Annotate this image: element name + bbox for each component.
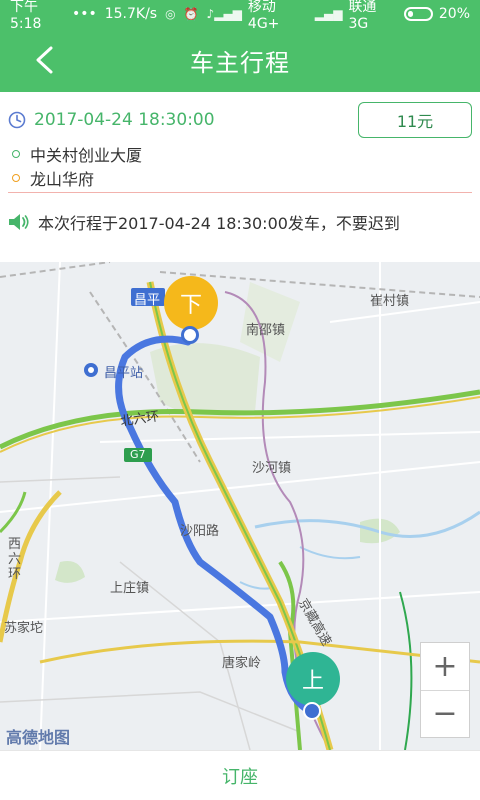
status-bar: 下午5:18 ••• 15.7K/s ◎ ⏰ ♪ ▂▄▆ 移动 4G+ ▂▄▆ … bbox=[0, 0, 480, 32]
map-label-cuicunzhen: 崔村镇 bbox=[370, 294, 410, 309]
start-point-icon bbox=[303, 702, 321, 720]
map-label-shangzhuangzhen: 上庄镇 bbox=[110, 581, 150, 596]
battery-icon bbox=[404, 7, 433, 21]
end-dot-icon bbox=[12, 174, 20, 182]
end-place: 龙山华府 bbox=[30, 170, 95, 189]
map-label-g7: G7 bbox=[130, 448, 146, 461]
map-label-sujiatuo: 苏家坨 bbox=[4, 621, 44, 636]
start-place: 中关村创业大厦 bbox=[30, 146, 143, 165]
map-label-changpingzhan: 昌平站 bbox=[104, 366, 144, 381]
trip-card: 2017-04-24 18:30:00 11元 中关村创业大厦 龙山华府 本次行… bbox=[0, 96, 480, 260]
page-title: 车主行程 bbox=[190, 48, 290, 77]
price-button[interactable]: 11元 bbox=[358, 102, 472, 138]
start-marker[interactable]: 上 bbox=[286, 652, 340, 706]
departure-time: 2017-04-24 18:30:00 bbox=[34, 110, 215, 130]
map-label-shahezhen: 沙河镇 bbox=[252, 461, 292, 476]
back-button[interactable] bbox=[24, 40, 64, 80]
start-place-row: 中关村创业大厦 bbox=[12, 142, 142, 166]
end-marker[interactable]: 下 bbox=[164, 276, 218, 330]
speaker-icon bbox=[9, 214, 29, 230]
end-place-row: 龙山华府 bbox=[12, 166, 94, 190]
title-bar: 车主行程 bbox=[0, 28, 480, 92]
signal-icon-2: ▂▄▆ bbox=[314, 7, 343, 21]
map-provider-logo: 高德地图 bbox=[6, 728, 71, 747]
map-label-xiliuhuan: 西六环 bbox=[8, 537, 22, 582]
zoom-control: + − bbox=[420, 642, 470, 738]
zoom-in-button[interactable]: + bbox=[421, 643, 469, 691]
nfc-icon: ◎ bbox=[165, 7, 176, 21]
map-label-shayanglu: 沙阳路 bbox=[180, 524, 220, 539]
map-label-changping-tag: 昌平 bbox=[134, 293, 161, 308]
status-battery: 20% bbox=[438, 6, 470, 22]
map-canvas bbox=[0, 262, 480, 750]
alarm-icon: ⏰ bbox=[183, 7, 199, 21]
book-seat-button[interactable]: 订座 bbox=[0, 750, 480, 800]
notice-row: 本次行程于2017-04-24 18:30:00发车，不要迟到 bbox=[8, 210, 400, 234]
divider bbox=[8, 192, 472, 193]
status-net-speed: 15.7K/s bbox=[104, 6, 158, 22]
signal-icon: ▂▄▆ bbox=[214, 7, 242, 21]
map-label-tangjialing: 唐家岭 bbox=[222, 656, 262, 671]
status-dots: ••• bbox=[71, 6, 97, 22]
start-dot-icon bbox=[12, 150, 20, 158]
notice-text: 本次行程于2017-04-24 18:30:00发车，不要迟到 bbox=[38, 214, 400, 233]
map-label-nanshaozhen: 南邵镇 bbox=[246, 323, 286, 338]
route-map[interactable]: 崔村镇 南邵镇 昌平站 昌平 北六环 G7 沙河镇 沙阳路 西六环 上庄镇 苏家… bbox=[0, 262, 480, 750]
station-icon-inner bbox=[88, 367, 94, 373]
chevron-left-icon bbox=[36, 46, 53, 74]
zoom-out-button[interactable]: − bbox=[421, 691, 469, 738]
clock-icon bbox=[8, 111, 26, 129]
end-point-icon bbox=[181, 326, 199, 344]
departure-time-row: 2017-04-24 18:30:00 bbox=[8, 110, 215, 130]
